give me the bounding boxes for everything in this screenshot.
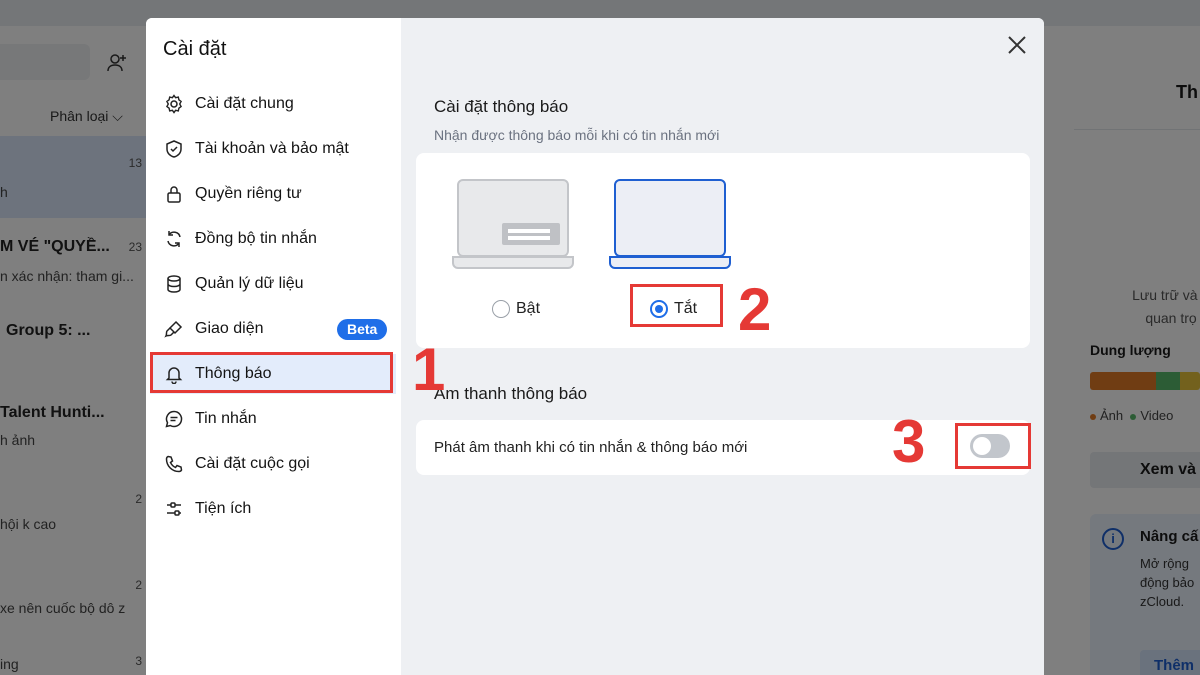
nav-item-privacy[interactable]: Quyền riêng tư xyxy=(150,174,396,214)
sound-section-title: Âm thanh thông báo xyxy=(434,384,588,403)
nav-item-messages[interactable]: Tin nhắn xyxy=(150,399,396,439)
annotation-highlight-off-option xyxy=(630,284,723,327)
beta-badge: Beta xyxy=(337,319,388,340)
database-icon xyxy=(167,275,181,293)
annotation-step-3: 3 xyxy=(892,408,926,475)
annotation-step-2: 2 xyxy=(738,276,772,343)
nav-item-account-security[interactable]: Tài khoản và bảo mật xyxy=(150,129,396,169)
nav-label: Đồng bộ tin nhắn xyxy=(195,230,317,247)
chat-icon xyxy=(165,410,183,428)
annotation-highlight-notifications xyxy=(150,352,393,393)
nav-label: Giao diện xyxy=(195,320,264,337)
nav-item-general[interactable]: Cài đặt chung xyxy=(150,84,396,124)
nav-label: Tin nhắn xyxy=(195,410,257,427)
sound-setting-card: Phát âm thanh khi có tin nhắn & thông bá… xyxy=(416,420,1030,475)
nav-item-calls[interactable]: Cài đặt cuộc gọi xyxy=(150,444,396,484)
nav-item-sync[interactable]: Đồng bộ tin nhắn xyxy=(150,219,396,259)
laptop-notification-on-icon xyxy=(452,179,574,269)
notification-section-title: Cài đặt thông báo xyxy=(434,97,569,116)
sound-setting-label: Phát âm thanh khi có tin nhắn & thông bá… xyxy=(434,439,748,456)
annotation-highlight-sound-toggle xyxy=(955,423,1031,469)
notification-options-card: Bật Tắt xyxy=(416,153,1030,348)
radio-label: Bật xyxy=(516,300,541,317)
sync-icon xyxy=(167,231,181,247)
sliders-icon xyxy=(167,502,181,516)
nav-label: Cài đặt chung xyxy=(195,95,294,112)
nav-item-utilities[interactable]: Tiện ích xyxy=(150,489,396,529)
phone-icon xyxy=(165,455,183,473)
gear-icon xyxy=(165,94,183,114)
shield-icon xyxy=(166,140,182,158)
notification-settings-panel: Cài đặt thông báo Nhận được thông báo mỗ… xyxy=(401,18,1044,675)
laptop-notification-off-icon xyxy=(609,179,731,269)
nav-label: Tài khoản và bảo mật xyxy=(195,140,349,157)
nav-item-appearance[interactable]: Giao diện Beta xyxy=(150,309,396,349)
paint-brush-icon xyxy=(164,320,183,338)
nav-label: Tiện ích xyxy=(195,500,252,517)
annotation-step-1: 1 xyxy=(412,336,446,403)
nav-item-data[interactable]: Quản lý dữ liệu xyxy=(150,264,396,304)
nav-label: Cài đặt cuộc gọi xyxy=(195,455,310,472)
radio-circle xyxy=(492,300,510,318)
nav-label: Quyền riêng tư xyxy=(195,185,302,202)
notification-section-subtitle: Nhận được thông báo mỗi khi có tin nhắn … xyxy=(434,127,720,143)
settings-title: Cài đặt xyxy=(163,38,227,60)
settings-modal: Cài đặt Cài đặt chung Tài khoản và bảo m… xyxy=(146,18,1044,675)
lock-icon xyxy=(167,186,181,203)
settings-sidebar: Cài đặt Cài đặt chung Tài khoản và bảo m… xyxy=(146,18,401,675)
nav-label: Quản lý dữ liệu xyxy=(195,275,304,292)
notification-on-radio[interactable]: Bật xyxy=(492,300,540,318)
close-icon[interactable] xyxy=(1006,34,1028,56)
